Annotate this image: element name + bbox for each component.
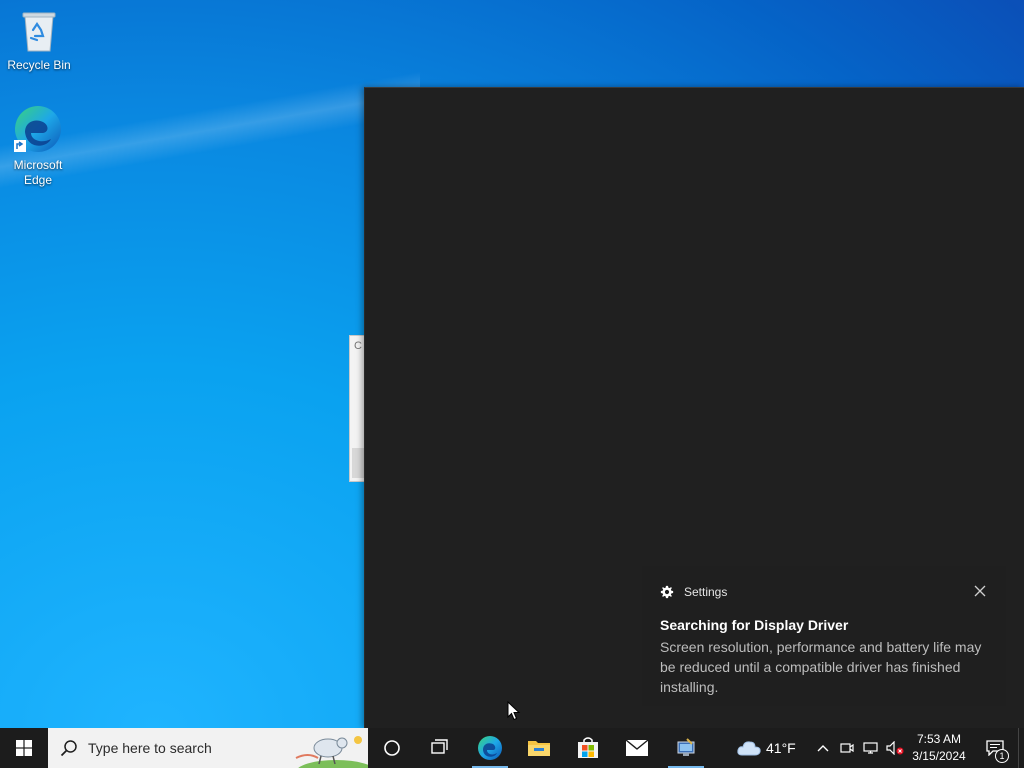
start-button[interactable] [0, 728, 48, 768]
tray-volume-button[interactable] [883, 728, 907, 768]
camera-icon [840, 743, 854, 753]
gear-icon [660, 585, 674, 599]
tray-network-button[interactable] [859, 728, 883, 768]
close-icon[interactable] [972, 583, 988, 599]
weather-temperature: 41°F [766, 740, 796, 756]
task-view-icon [431, 739, 448, 754]
taskbar-clock[interactable]: 7:53 AM 3/15/2024 [906, 731, 972, 765]
desktop-icon-microsoft-edge[interactable]: Microsoft Edge [1, 104, 75, 188]
taskbar-store-button[interactable] [564, 728, 612, 768]
taskbar-task-view-button[interactable] [416, 728, 464, 768]
mail-icon [625, 739, 649, 756]
taskbar-edge-button[interactable] [466, 728, 514, 768]
search-icon [60, 740, 77, 757]
mouse-cursor-icon [507, 701, 521, 721]
weather-widget[interactable]: 41°F [736, 728, 796, 768]
taskbar-cortana-button[interactable] [368, 728, 416, 768]
show-hidden-icons-button[interactable] [811, 728, 835, 768]
store-icon [578, 737, 598, 758]
network-icon [863, 742, 878, 754]
taskbar-mail-button[interactable] [613, 728, 661, 768]
settings-app-icon [677, 738, 695, 756]
toast-app-name: Settings [684, 585, 728, 599]
notification-count-badge: 1 [995, 749, 1009, 763]
search-placeholder: Type here to search [88, 740, 212, 756]
chevron-up-icon [817, 745, 829, 752]
clock-time: 7:53 AM [916, 732, 962, 746]
action-center-button[interactable]: 1 [978, 728, 1012, 768]
tray-meet-now-button[interactable] [835, 728, 859, 768]
taskbar-settings-app-button[interactable] [662, 728, 710, 768]
clock-date: 3/15/2024 [912, 749, 966, 763]
toast-title: Searching for Display Driver [660, 617, 849, 633]
background-window-text: C [354, 340, 362, 352]
desktop-icon-label: Recycle Bin [7, 58, 71, 72]
windows-logo-icon [16, 740, 32, 756]
cloud-icon [737, 741, 761, 756]
toast-body: Screen resolution, performance and batte… [660, 639, 982, 695]
taskbar-search-box[interactable]: Type here to search [48, 728, 368, 768]
edge-icon [478, 736, 502, 760]
desktop-icon-recycle-bin[interactable]: Recycle Bin [2, 8, 76, 73]
circle-icon [384, 740, 400, 756]
search-highlight-illustration-icon [295, 736, 368, 768]
desktop-icon-label: Microsoft Edge [13, 158, 63, 187]
volume-muted-icon [886, 741, 904, 755]
taskbar: Type here to search 41°F 7:53 AM 3/15/20… [0, 728, 1024, 768]
folder-icon [528, 741, 550, 756]
show-desktop-button[interactable] [1018, 728, 1024, 768]
recycle-bin-icon [22, 12, 56, 52]
toast-header: Settings [660, 585, 727, 599]
toast-notification[interactable]: Settings Searching for Display Driver Sc… [642, 566, 1006, 706]
desktop: Recycle Bin Microsoft Edge C Settings Se… [0, 0, 1024, 728]
taskbar-file-explorer-button[interactable] [515, 728, 563, 768]
edge-icon [14, 106, 61, 152]
